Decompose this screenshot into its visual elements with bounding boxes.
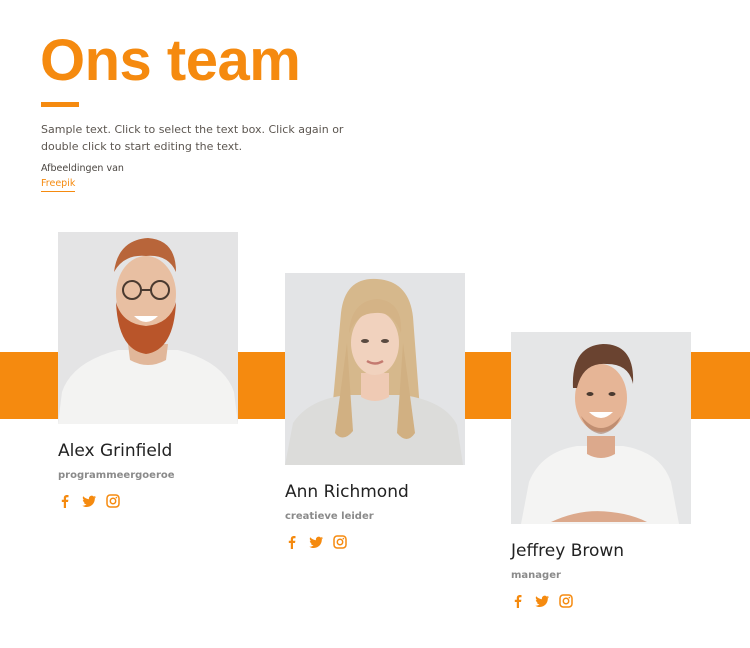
team-member-name: Ann Richmond <box>285 482 409 502</box>
twitter-link[interactable] <box>309 535 323 549</box>
team-member-role: programmeergoeroe <box>58 470 175 481</box>
woman-blonde-photo <box>285 273 465 465</box>
man-bearded-photo <box>58 232 238 424</box>
team-member-name: Alex Grinfield <box>58 441 173 461</box>
facebook-link[interactable] <box>285 535 299 549</box>
intro-text: Sample text. Click to select the text bo… <box>41 123 344 153</box>
team-member-photo <box>285 273 465 465</box>
page-title: Ons team <box>40 28 301 93</box>
team-member-photo <box>511 332 691 524</box>
social-links <box>285 535 465 549</box>
title-underline <box>41 102 79 107</box>
instagram-icon <box>559 594 573 608</box>
facebook-icon <box>61 495 69 508</box>
freepik-link[interactable]: Freepik <box>41 177 76 192</box>
team-member-role: manager <box>511 570 561 581</box>
instagram-link[interactable] <box>333 535 347 549</box>
instagram-icon <box>106 494 120 508</box>
instagram-link[interactable] <box>106 494 120 508</box>
team-member-role: creatieve leider <box>285 511 374 522</box>
social-links <box>511 594 691 608</box>
twitter-icon <box>535 595 549 607</box>
team-member-card: Alex Grinfield programmeergoeroe <box>58 232 238 508</box>
instagram-icon <box>333 535 347 549</box>
facebook-icon <box>514 595 522 608</box>
image-credit-label: Afbeeldingen van <box>41 163 124 174</box>
twitter-link[interactable] <box>82 494 96 508</box>
instagram-link[interactable] <box>559 594 573 608</box>
team-member-card: Jeffrey Brown manager <box>511 332 691 608</box>
social-links <box>58 494 238 508</box>
team-member-photo <box>58 232 238 424</box>
man-smiling-photo <box>511 332 691 524</box>
twitter-icon <box>82 495 96 507</box>
team-member-card: Ann Richmond creatieve leider <box>285 273 465 549</box>
facebook-link[interactable] <box>511 594 525 608</box>
team-member-name: Jeffrey Brown <box>511 541 625 561</box>
facebook-link[interactable] <box>58 494 72 508</box>
facebook-icon <box>288 536 296 549</box>
twitter-link[interactable] <box>535 594 549 608</box>
twitter-icon <box>309 536 323 548</box>
